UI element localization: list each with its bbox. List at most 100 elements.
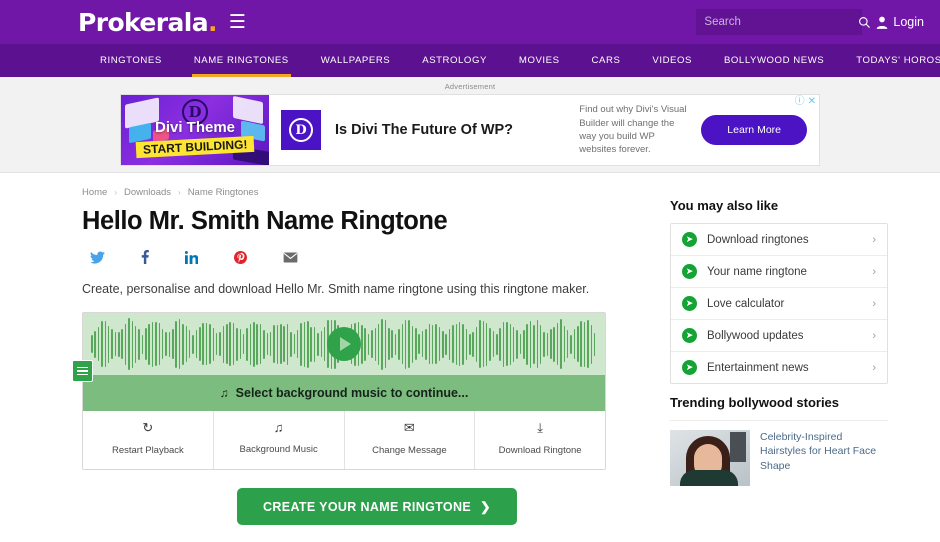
ad-controls: ⓘ ✕ [795,97,816,107]
breadcrumb-name-ringtones[interactable]: Name Ringtones [188,187,259,198]
sidebar-item-bollywood-updates[interactable]: ➤ Bollywood updates › [671,320,887,352]
ad-headline: Is Divi The Future Of WP? [335,122,514,138]
background-music-button[interactable]: ♫ Background Music [214,411,345,469]
sidebar-trending-title: Trending bollywood stories [670,395,840,410]
facebook-icon[interactable] [141,250,149,264]
user-icon [877,16,888,29]
header-right: Login [696,9,924,35]
sidebar-also-like-title: You may also like [670,198,779,213]
music-note-icon: ♫ [273,420,284,435]
arrow-right-circle-icon: ➤ [682,264,697,279]
chevron-right-icon: › [872,361,876,374]
breadcrumb-home[interactable]: Home [82,187,107,198]
ad-content: D Is Divi The Future Of WP? Find out why… [269,95,819,165]
nav-item-ringtones[interactable]: RINGTONES [84,44,178,77]
nav-item-bollywood-news[interactable]: BOLLYWOOD NEWS [708,44,840,77]
download-ringtone-button[interactable]: ⤓ Download Ringtone [475,411,605,469]
main-column: Home › Downloads › Name Ringtones Hello … [72,187,612,525]
sidebar-link-list: ➤ Download ringtones › ➤ Your name ringt… [670,223,888,384]
login-label: Login [893,15,924,29]
chevron-right-icon: › [872,233,876,246]
chevron-right-icon: › [114,188,118,197]
arrow-right-circle-icon: ➤ [682,232,697,247]
adchoices-info-icon[interactable]: ⓘ [795,97,805,107]
player-status-text: Select background music to continue... [235,386,469,400]
ad-learn-more-button[interactable]: Learn More [701,115,807,145]
search-box[interactable] [696,9,871,35]
arrow-right-circle-icon: ➤ [682,360,697,375]
woman-portrait-thumbnail [670,430,750,486]
divi-letter-icon: D [289,118,313,142]
nav-item-videos[interactable]: VIDEOS [636,44,708,77]
nav-item-movies[interactable]: MOVIES [503,44,576,77]
hamburger-icon[interactable]: ☰ [229,13,246,32]
page-description: Create, personalise and download Hello M… [82,282,590,296]
sidebar-item-label: Entertainment news [707,361,809,374]
nav-label: WALLPAPERS [320,55,391,66]
player-actions: ↻ Restart Playback ♫ Background Music ✉ … [83,411,605,469]
pinterest-icon[interactable] [234,250,247,264]
nav-item-astrology[interactable]: ASTROLOGY [406,44,503,77]
close-icon[interactable]: ✕ [808,97,816,107]
ad-thumbnail: D Divi Theme START BUILDING! [121,95,269,165]
envelope-icon: ✉ [403,420,415,435]
ad-brand-logo: D [281,110,321,150]
trending-story-item[interactable]: Celebrity-Inspired Hairstyles for Heart … [670,420,888,486]
nav-label: ASTROLOGY [422,55,487,66]
sidebar: You may also like ➤ Download ringtones ›… [670,187,888,525]
sidebar-item-label: Love calculator [707,297,785,310]
chevron-right-icon: ❯ [480,500,491,514]
breadcrumb: Home › Downloads › Name Ringtones [82,187,612,198]
search-icon[interactable] [858,16,871,29]
nav-label: MOVIES [518,55,560,66]
search-input[interactable] [704,16,859,28]
site-logo[interactable]: Prokerala. [78,10,217,35]
twitter-icon[interactable] [90,251,105,264]
nav-item-name-ringtones[interactable]: NAME RINGTONES [178,44,305,77]
change-message-button[interactable]: ✉ Change Message [345,411,476,469]
arrow-right-circle-icon: ➤ [682,328,697,343]
player-status-bar: ♫ Select background music to continue... [83,375,605,411]
nav-item-cars[interactable]: CARS [576,44,637,77]
chevron-right-icon: › [872,297,876,310]
download-icon: ⤓ [537,420,543,435]
site-header: Prokerala. ☰ Login [0,0,940,44]
advertisement-banner[interactable]: D Divi Theme START BUILDING! D Is Divi T… [120,94,820,166]
sidebar-item-love-calculator[interactable]: ➤ Love calculator › [671,288,887,320]
breadcrumb-downloads[interactable]: Downloads [124,187,171,198]
background-music-label: Background Music [239,444,318,455]
sidebar-item-download-ringtones[interactable]: ➤ Download ringtones › [671,224,887,256]
nav-item-wallpapers[interactable]: WALLPAPERS [305,44,406,77]
chevron-right-icon: › [872,265,876,278]
change-message-label: Change Message [372,445,447,456]
play-icon [340,337,351,351]
nav-label: VIDEOS [652,55,692,66]
page-title: Hello Mr. Smith Name Ringtone [82,207,448,235]
sidebar-item-label: Download ringtones [707,233,809,246]
create-name-ringtone-button[interactable]: CREATE YOUR NAME RINGTONE ❯ [237,488,517,525]
logo-text: Prokerala. [78,7,217,37]
play-button[interactable] [327,327,361,361]
nav-item-todays-horoscope[interactable]: TODAYS' HOROSCOPE [840,44,940,77]
ad-description: Find out why Divi's Visual Builder will … [579,104,687,156]
advertisement-strip: Advertisement D Divi Theme START BUILDIN… [0,77,940,173]
nav-label: NAME RINGTONES [193,55,289,66]
email-icon[interactable] [283,251,298,263]
waveform-display[interactable] [83,313,605,375]
sidebar-item-entertainment-news[interactable]: ➤ Entertainment news › [671,352,887,383]
restart-playback-label: Restart Playback [111,445,184,456]
menu-handle-icon[interactable] [72,360,93,382]
restart-playback-button[interactable]: ↻ Restart Playback [83,411,214,469]
social-share-bar [82,250,612,264]
create-ringtone-label: CREATE YOUR NAME RINGTONE [263,499,472,514]
sidebar-item-your-name-ringtone[interactable]: ➤ Your name ringtone › [671,256,887,288]
download-ringtone-label: Download Ringtone [498,445,582,456]
main-navigation: RINGTONES NAME RINGTONES WALLPAPERS ASTR… [0,44,940,77]
music-note-icon: ♫ [219,386,229,400]
chevron-right-icon: › [872,329,876,342]
trending-story-headline: Celebrity-Inspired Hairstyles for Heart … [760,431,877,472]
linkedin-icon[interactable] [185,250,198,264]
nav-label: TODAYS' HOROSCOPE [856,55,940,66]
login-button[interactable]: Login [876,15,924,29]
sidebar-item-label: Bollywood updates [707,329,804,342]
